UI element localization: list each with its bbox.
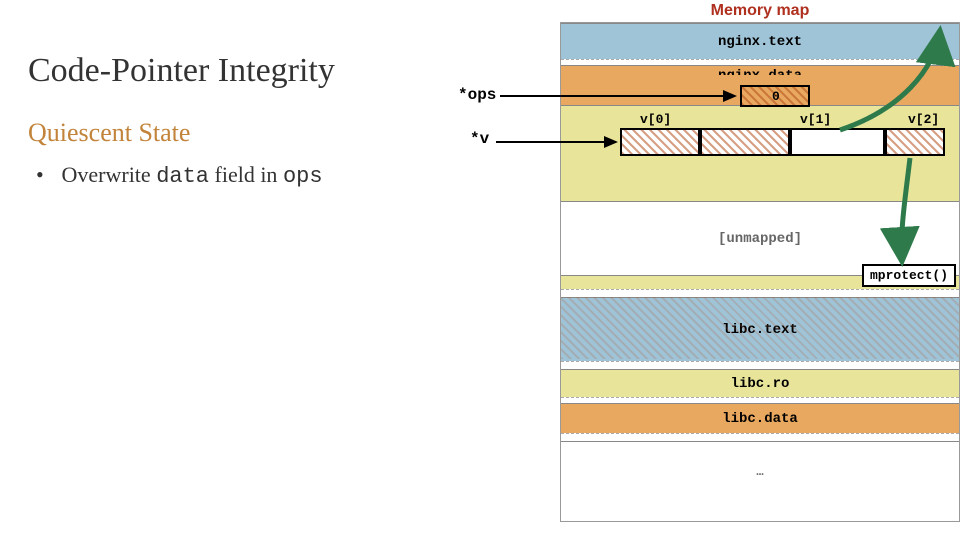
- subtitle: Quiescent State: [28, 118, 428, 148]
- vlabel-0: v[0]: [640, 112, 671, 127]
- bullet-code-ops: ops: [283, 164, 323, 189]
- vbox-1: [700, 128, 790, 156]
- vlabel-2: v[2]: [908, 112, 939, 127]
- libc-text-hatch: [561, 297, 959, 359]
- bullet-marker: •: [36, 162, 56, 188]
- bullet-text-2: field in: [209, 162, 283, 187]
- vbox-3: [885, 128, 945, 156]
- region-nginx-data-top: nginx.data: [561, 65, 959, 75]
- mprotect-label: mprotect(): [862, 264, 956, 287]
- page-title: Code-Pointer Integrity: [28, 52, 428, 90]
- region-libc-data: libc.data: [561, 403, 959, 433]
- vlabel-1: v[1]: [800, 112, 831, 127]
- bullet-text-1: Overwrite: [62, 162, 157, 187]
- gap-3: [561, 361, 959, 369]
- region-nginx-text-label: nginx.text: [561, 34, 959, 50]
- region-unmapped-label: [unmapped]: [561, 231, 959, 247]
- region-rest: …: [561, 441, 959, 501]
- region-nginx-text: nginx.text: [561, 23, 959, 59]
- bullet-overwrite: • Overwrite data field in ops: [28, 162, 428, 189]
- region-libc-ro-label: libc.ro: [561, 376, 959, 392]
- ops-zero-value: 0: [772, 89, 780, 104]
- gap-5: [561, 433, 959, 441]
- vbox-2: [790, 128, 885, 156]
- region-libc-ro: libc.ro: [561, 369, 959, 397]
- gap-2: [561, 289, 959, 297]
- ptr-ops-label: *ops: [458, 86, 496, 104]
- memory-map-title: Memory map: [560, 2, 960, 20]
- ptr-v-label: *v: [470, 130, 489, 148]
- bullet-code-data: data: [156, 164, 209, 189]
- region-libc-data-label: libc.data: [561, 411, 959, 427]
- ops-field-box: 0: [740, 85, 810, 107]
- region-ellipsis: …: [561, 465, 959, 479]
- vbox-0: [620, 128, 700, 156]
